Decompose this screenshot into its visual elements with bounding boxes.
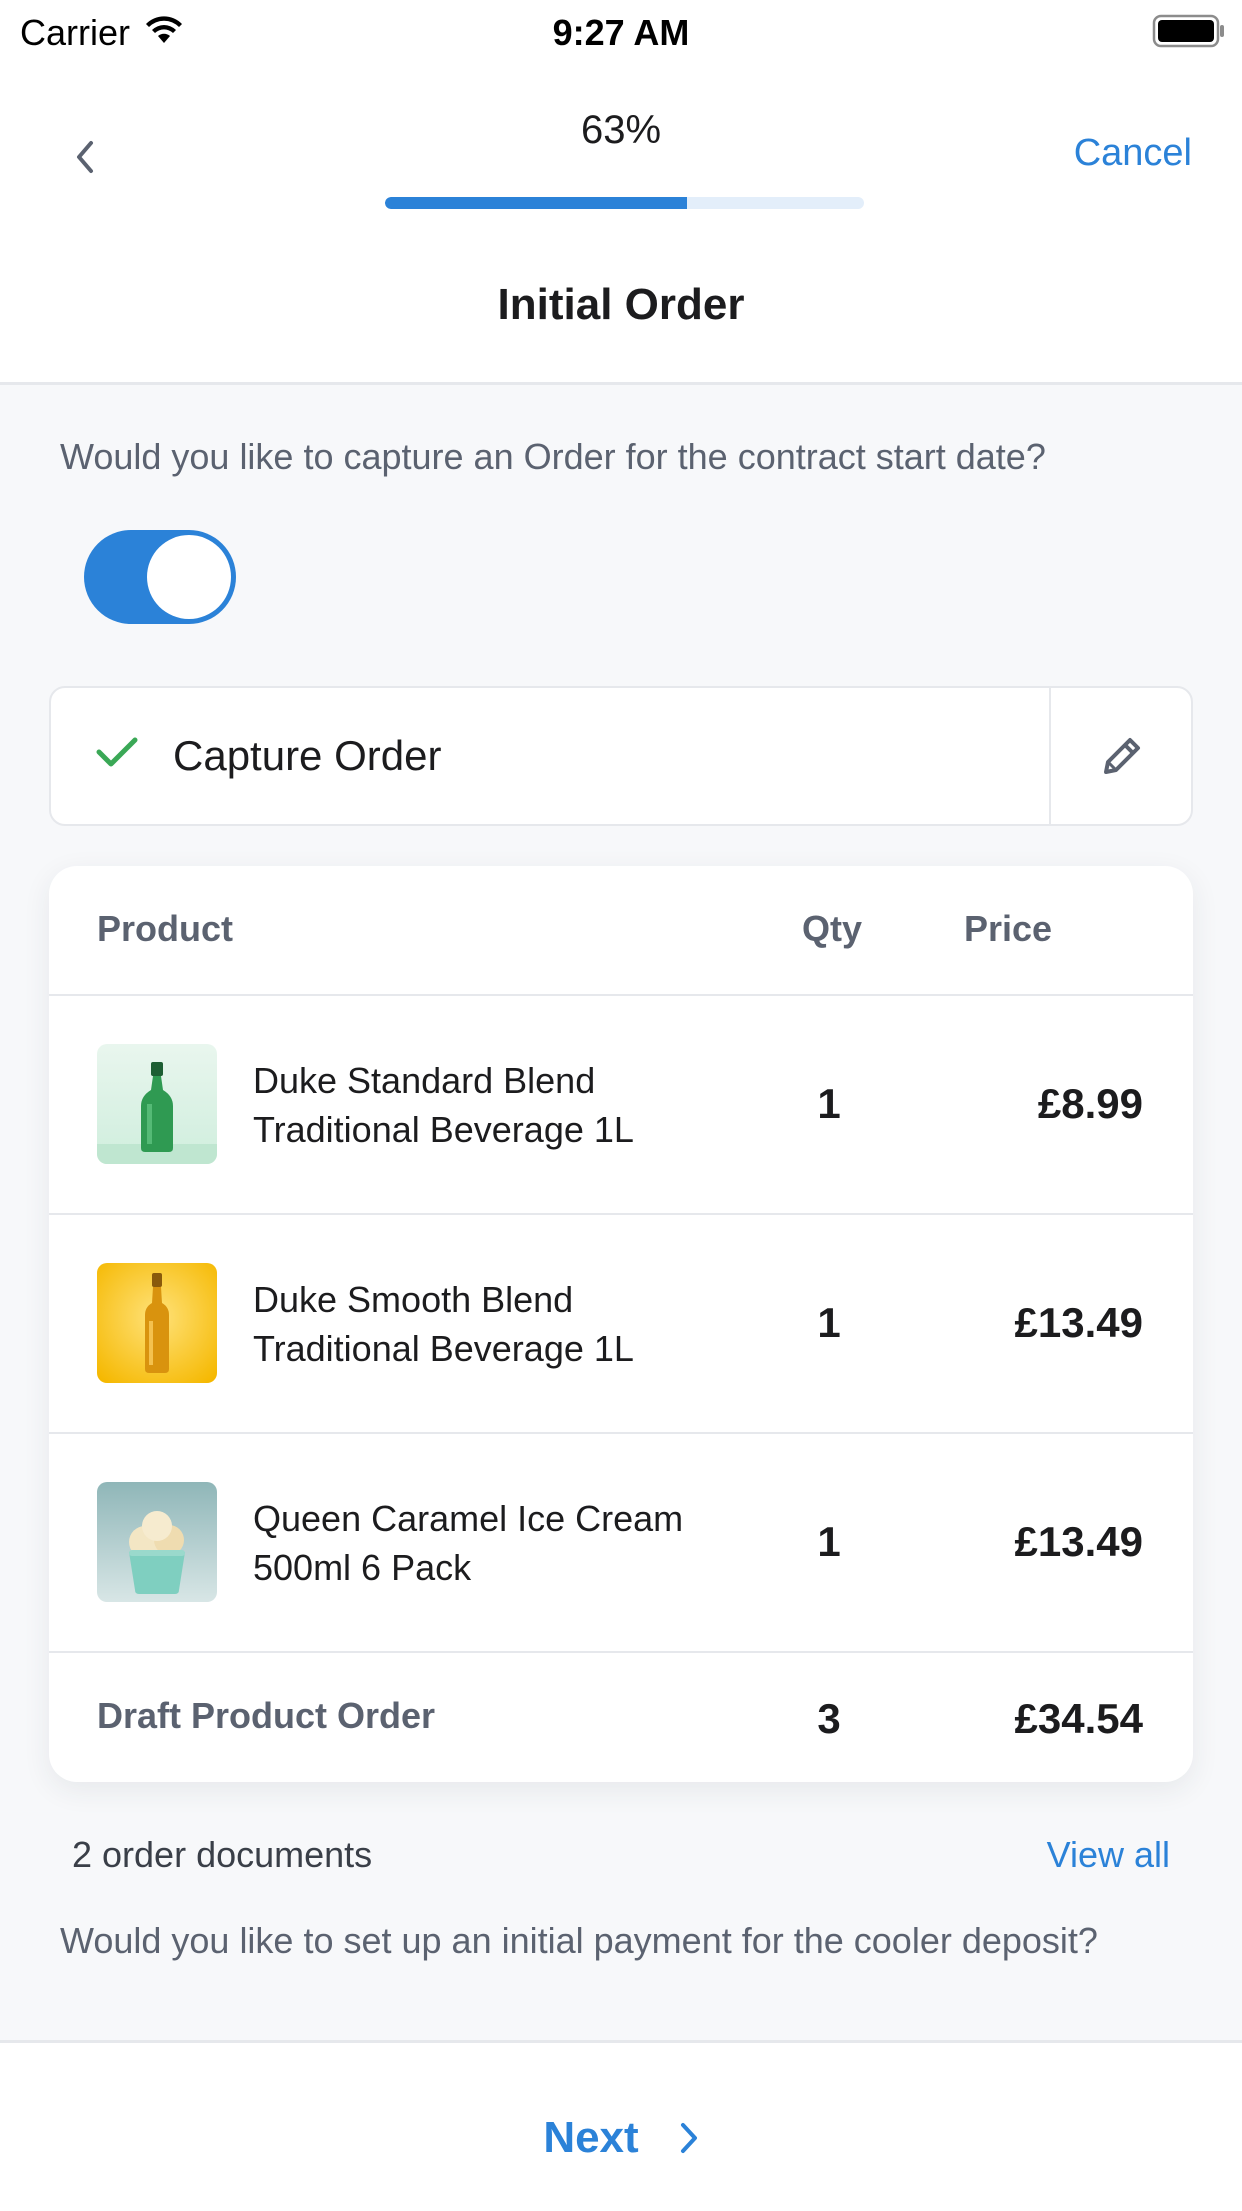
total-label: Draft Product Order [97, 1695, 436, 1736]
product-name: Duke Standard Blend Traditional Beverage… [253, 1056, 773, 1154]
chevron-right-icon [680, 2123, 697, 2153]
capture-order-toggle[interactable] [84, 530, 236, 624]
pencil-icon [1104, 738, 1140, 774]
progress-bar-fill [385, 197, 687, 209]
order-question: Would you like to capture an Order for t… [60, 436, 1046, 477]
total-price: £34.54 [1014, 1695, 1143, 1742]
view-all-link[interactable]: View all [1047, 1834, 1170, 1876]
next-label: Next [543, 2113, 639, 2162]
page-title: Initial Order [497, 280, 745, 329]
product-image [97, 1482, 217, 1602]
product-name-line: Traditional Beverage 1L [253, 1328, 634, 1369]
product-name-line: 500ml 6 Pack [253, 1547, 472, 1588]
product-image [97, 1044, 217, 1164]
product-qty: 1 [817, 1299, 841, 1346]
cancel-button[interactable]: Cancel [1074, 132, 1192, 175]
product-name: Queen Caramel Ice Cream 500ml 6 Pack [253, 1494, 773, 1592]
product-name-line: Traditional Beverage 1L [253, 1109, 634, 1150]
total-qty: 3 [817, 1695, 841, 1742]
product-name: Duke Smooth Blend Traditional Beverage 1… [253, 1275, 773, 1373]
column-header-price: Price [964, 908, 1053, 949]
product-name-line: Duke Standard Blend [253, 1060, 596, 1101]
footer-bar: Next [0, 2040, 1242, 2211]
product-qty: 1 [817, 1080, 841, 1127]
product-price: £8.99 [1037, 1080, 1143, 1127]
capture-order-label: Capture Order [173, 732, 442, 779]
edit-order-button[interactable] [1051, 688, 1193, 824]
product-price: £13.49 [1014, 1518, 1143, 1565]
progress-bar [385, 197, 864, 209]
product-qty: 1 [817, 1518, 841, 1565]
table-row[interactable]: Queen Caramel Ice Cream 500ml 6 Pack 1 £… [49, 1434, 1193, 1653]
battery-icon [1152, 14, 1226, 53]
order-documents-count: 2 order documents [72, 1834, 373, 1875]
toggle-knob [147, 535, 231, 619]
nav-header: 63% Cancel Initial Order [0, 62, 1242, 385]
next-button[interactable]: Next [0, 2113, 1242, 2163]
status-time: 9:27 AM [552, 12, 690, 53]
order-total-row: Draft Product Order 3 £34.54 [49, 1653, 1193, 1781]
product-image [97, 1263, 217, 1383]
capture-order-row[interactable]: Capture Order [49, 686, 1193, 826]
product-name-line: Duke Smooth Blend [253, 1279, 574, 1320]
table-header: Product Qty Price [49, 866, 1193, 996]
table-row[interactable]: Duke Smooth Blend Traditional Beverage 1… [49, 1215, 1193, 1434]
order-summary-card: Product Qty Price Duke Standard Blend Tr… [49, 866, 1193, 1782]
status-bar: Carrier 9:27 AM [0, 0, 1242, 62]
column-header-qty: Qty [802, 908, 863, 949]
column-header-product: Product [97, 908, 234, 949]
payment-question: Would you like to set up an initial paym… [60, 1920, 1098, 1961]
check-icon [95, 734, 139, 775]
product-price: £13.49 [1014, 1299, 1143, 1346]
product-name-line: Queen Caramel Ice Cream [253, 1498, 684, 1539]
table-row[interactable]: Duke Standard Blend Traditional Beverage… [49, 996, 1193, 1215]
progress-percent: 63% [580, 108, 662, 152]
